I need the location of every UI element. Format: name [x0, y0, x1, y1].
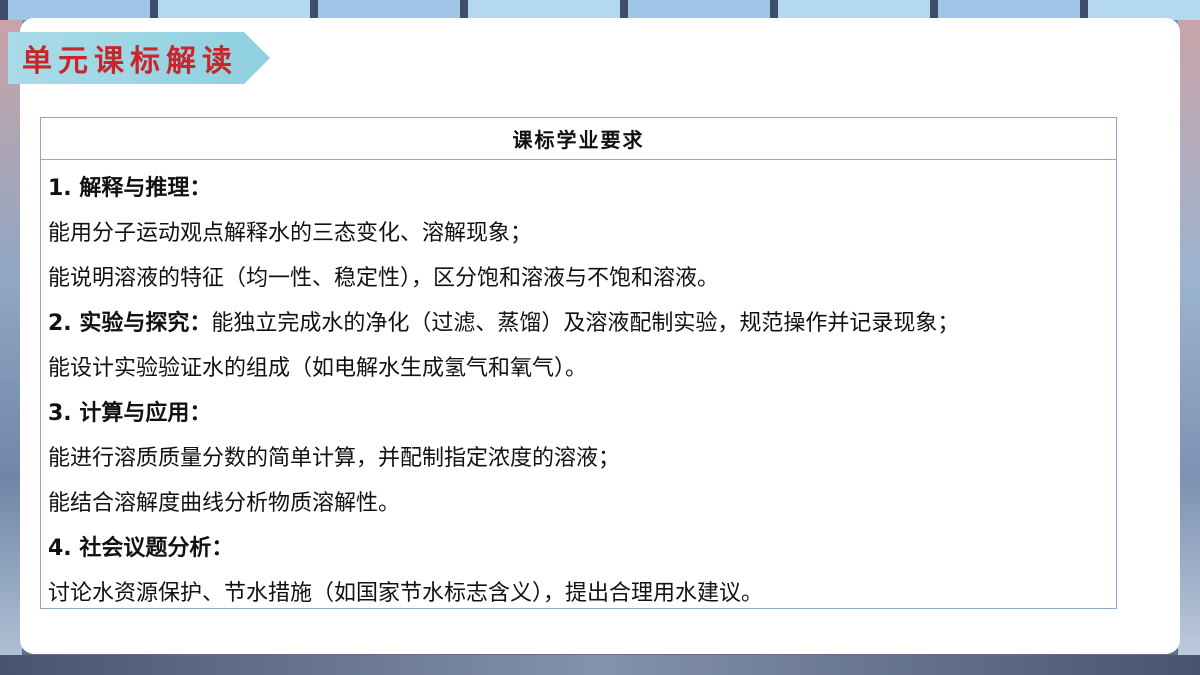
section-heading: 3. 计算与应用：: [48, 401, 212, 426]
background-left-edge: [0, 20, 22, 675]
requirement-line: 能结合溶解度曲线分析物质溶解性。: [48, 481, 1116, 526]
requirement-line: 能设计实验验证水的组成（如电解水生成氢气和氧气）。: [48, 346, 1116, 391]
background-bottom-edge: [0, 655, 1200, 675]
line-text: 能设计实验验证水的组成（如电解水生成氢气和氧气）。: [48, 356, 588, 381]
line-text: 能说明溶液的特征（均一性、稳定性），区分饱和溶液与不饱和溶液。: [48, 266, 720, 291]
section-heading: 4. 社会议题分析：: [48, 536, 234, 561]
line-text: 能用分子运动观点解释水的三态变化、溶解现象；: [48, 221, 533, 246]
requirement-line: 3. 计算与应用：: [48, 391, 1116, 436]
requirement-line: 1. 解释与推理：: [48, 166, 1116, 211]
background-right-edge: [1178, 20, 1200, 675]
requirement-line: 能用分子运动观点解释水的三态变化、溶解现象；: [48, 211, 1116, 256]
section-heading: 1. 解释与推理：: [48, 176, 212, 201]
requirements-table: 课标学业要求 1. 解释与推理： 能用分子运动观点解释水的三态变化、溶解现象； …: [40, 117, 1117, 609]
line-text: 能独立完成水的净化（过滤、蒸馏）及溶液配制实验，规范操作并记录现象；: [211, 311, 960, 336]
background-window-strip: [0, 0, 1200, 20]
banner-title: 单元课标解读: [22, 44, 238, 79]
line-text: 能结合溶解度曲线分析物质溶解性。: [48, 491, 401, 516]
line-text: 讨论水资源保护、节水措施（如国家节水标志含义），提出合理用水建议。: [48, 581, 764, 606]
requirement-line: 4. 社会议题分析：: [48, 526, 1116, 571]
table-header: 课标学业要求: [41, 118, 1116, 160]
table-body: 1. 解释与推理： 能用分子运动观点解释水的三态变化、溶解现象； 能说明溶液的特…: [41, 160, 1116, 616]
requirement-line: 能说明溶液的特征（均一性、稳定性），区分饱和溶液与不饱和溶液。: [48, 256, 1116, 301]
section-banner: 单元课标解读: [8, 32, 270, 84]
requirement-line: 讨论水资源保护、节水措施（如国家节水标志含义），提出合理用水建议。: [48, 571, 1116, 616]
requirement-line: 能进行溶质质量分数的简单计算，并配制指定浓度的溶液；: [48, 436, 1116, 481]
section-heading: 2. 实验与探究：: [48, 311, 212, 336]
line-text: 能进行溶质质量分数的简单计算，并配制指定浓度的溶液；: [48, 446, 621, 471]
requirement-line: 2. 实验与探究：能独立完成水的净化（过滤、蒸馏）及溶液配制实验，规范操作并记录…: [48, 301, 1116, 346]
